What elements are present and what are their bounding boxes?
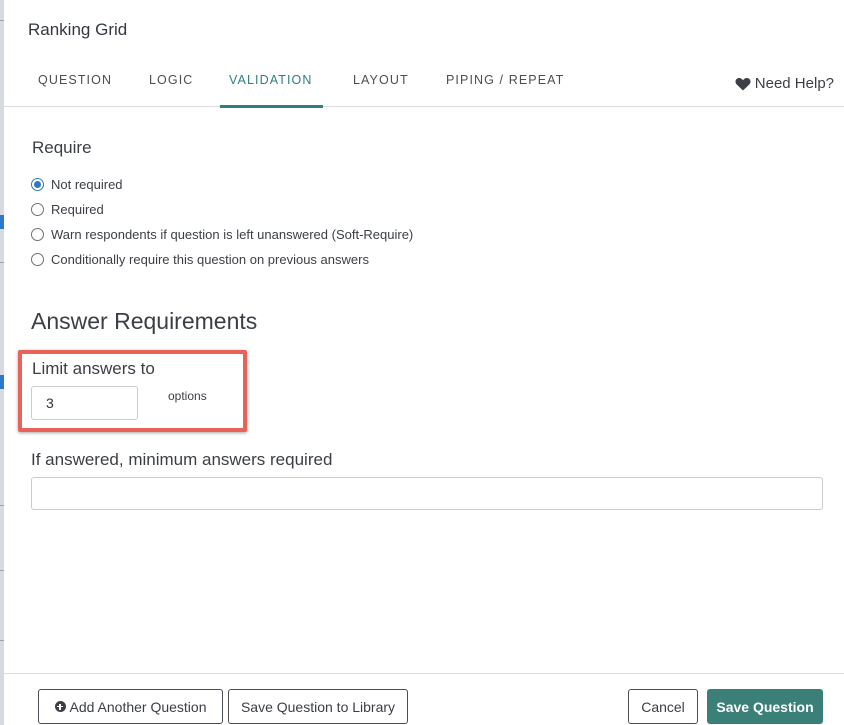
tab-validation[interactable]: VALIDATION — [219, 73, 325, 108]
tab-piping-repeat[interactable]: PIPING / REPEAT — [446, 73, 564, 107]
radio-soft-require[interactable]: Warn respondents if question is left una… — [31, 227, 413, 242]
plus-circle-icon — [54, 701, 66, 712]
limit-answers-label: Limit answers to — [32, 359, 155, 378]
radio-required[interactable]: Required — [31, 202, 104, 217]
question-editor-modal: Ranking Grid QUESTION LOGIC VALIDATION L… — [0, 0, 844, 725]
modal-title: Ranking Grid — [28, 20, 128, 39]
minimum-answers-input[interactable] — [31, 477, 823, 510]
radio-button-checked[interactable] — [31, 178, 44, 191]
need-help-label: Need Help? — [754, 75, 834, 92]
save-to-library-button[interactable]: Save Question to Library — [228, 689, 408, 724]
background-page-edge — [0, 0, 4, 725]
tab-bar: QUESTION LOGIC VALIDATION LAYOUT PIPING … — [4, 60, 844, 108]
require-label: Require — [32, 138, 92, 157]
need-help-link[interactable]: Need Help? — [735, 75, 834, 92]
minimum-answers-label: If answered, minimum answers required — [31, 450, 333, 469]
answer-requirements-heading: Answer Requirements — [31, 308, 258, 334]
cancel-button[interactable]: Cancel — [628, 689, 698, 724]
radio-not-required[interactable]: Not required — [31, 177, 123, 192]
heart-icon — [735, 77, 751, 90]
options-suffix-label: options — [168, 389, 207, 403]
radio-label: Warn respondents if question is left una… — [51, 227, 414, 242]
radio-label: Conditionally require this question on p… — [51, 252, 369, 267]
radio-label: Not required — [51, 177, 123, 192]
add-another-question-button[interactable]: Add Another Question — [38, 689, 223, 724]
radio-label: Required — [51, 202, 104, 217]
radio-button[interactable] — [31, 253, 44, 266]
radio-button[interactable] — [31, 228, 44, 241]
radio-button[interactable] — [31, 203, 44, 216]
button-label: Add Another Question — [69, 698, 207, 715]
save-question-button[interactable]: Save Question — [707, 689, 823, 724]
tab-question[interactable]: QUESTION — [38, 73, 112, 107]
modal-footer: Add Another Question Save Question to Li… — [4, 673, 844, 725]
limit-answers-input[interactable] — [31, 386, 138, 420]
tab-logic[interactable]: LOGIC — [149, 73, 193, 107]
radio-conditionally-require[interactable]: Conditionally require this question on p… — [31, 252, 369, 267]
tab-layout[interactable]: LAYOUT — [353, 73, 409, 107]
